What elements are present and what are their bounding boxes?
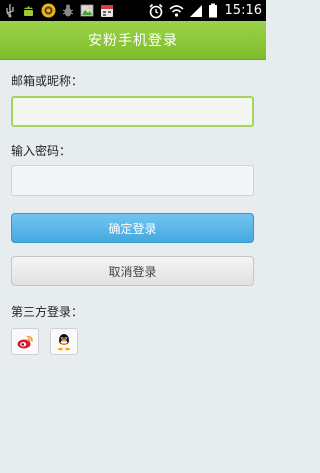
password-label: 输入密码： (11, 144, 72, 158)
clock-time: 15:16 (224, 3, 262, 18)
app-icon (41, 3, 56, 18)
bug-icon (62, 4, 74, 17)
system-status: 15:16 (148, 2, 262, 19)
email-label: 邮箱或昵称： (11, 74, 84, 88)
battery-icon (208, 3, 217, 18)
wifi-icon (168, 4, 184, 17)
cancel-login-label: 取消登录 (108, 264, 157, 279)
alarm-clock-icon (148, 3, 163, 18)
confirm-login-button[interactable]: 确定登录 (11, 213, 254, 243)
calendar-icon (101, 5, 113, 17)
photo-icon (80, 4, 94, 17)
status-bar: 15:16 (0, 0, 266, 21)
usb-icon (6, 4, 14, 18)
cancel-login-button[interactable]: 取消登录 (11, 256, 254, 286)
page-title: 安粉手机登录 (88, 33, 178, 49)
android-icon (24, 6, 33, 16)
confirm-login-label: 确定登录 (108, 221, 157, 236)
title-bar: 安粉手机登录 (0, 21, 266, 60)
qq-login-button[interactable] (50, 328, 78, 355)
weibo-login-button[interactable] (11, 328, 39, 355)
email-input[interactable] (11, 96, 254, 127)
qq-penguin-icon (58, 333, 70, 350)
password-input[interactable] (11, 165, 254, 196)
signal-icon (189, 4, 202, 17)
third-party-label: 第三方登录： (11, 305, 84, 319)
weibo-icon (17, 335, 33, 348)
notification-icons (4, 2, 114, 19)
